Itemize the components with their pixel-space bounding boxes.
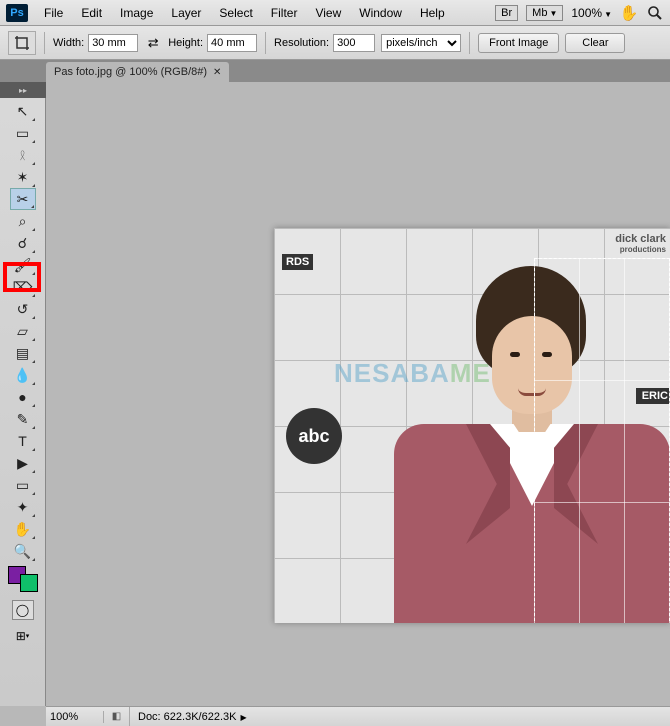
zoom-level[interactable]: 100% <box>571 6 602 20</box>
dodge-tool[interactable]: ● <box>10 386 36 408</box>
menu-edit[interactable]: Edit <box>73 3 110 23</box>
menu-layer[interactable]: Layer <box>163 3 209 23</box>
3d-tool[interactable]: ✦ <box>10 496 36 518</box>
menu-select[interactable]: Select <box>211 3 260 23</box>
healing-brush-tool[interactable]: ☌ <box>10 232 36 254</box>
document-tab-title: Pas foto.jpg @ 100% (RGB/8#) <box>54 66 207 78</box>
background-color[interactable] <box>20 574 38 592</box>
menu-bar: Ps File Edit Image Layer Select Filter V… <box>0 0 670 26</box>
document-tab-bar: Pas foto.jpg @ 100% (RGB/8#) ✕ <box>0 60 670 82</box>
front-image-button[interactable]: Front Image <box>478 33 559 53</box>
move-tool[interactable]: ↖ <box>10 100 36 122</box>
width-label: Width: <box>53 37 84 49</box>
height-label: Height: <box>168 37 203 49</box>
options-bar: Width: ⇄ Height: Resolution: pixels/inch… <box>0 26 670 60</box>
menu-help[interactable]: Help <box>412 3 453 23</box>
crop-tool[interactable]: ✂ <box>10 188 36 210</box>
quick-select-tool[interactable]: ✶ <box>10 166 36 188</box>
workspace: ▸▸ ↖▭𓍲✶✂⌕☌🖌⌦↺▱▤💧●✎T▶▭✦✋🔍◯⊞▾ RDS dick cla… <box>0 82 670 706</box>
status-zoom[interactable]: 100% <box>46 711 104 723</box>
resolution-label: Resolution: <box>274 37 329 49</box>
quick-mask-toggle[interactable]: ◯ <box>12 600 34 620</box>
chevron-right-icon[interactable]: ▶ <box>240 713 246 722</box>
canvas-area[interactable]: RDS dick clarkproductions ERIC abc NESAB… <box>46 82 670 706</box>
screen-mode-toggle[interactable]: ⊞▾ <box>12 626 34 646</box>
bridge-button[interactable]: Br <box>495 5 518 21</box>
hand-icon[interactable]: ✋ <box>620 4 638 22</box>
search-icon[interactable] <box>646 4 664 22</box>
clone-stamp-tool[interactable]: ⌦ <box>10 276 36 298</box>
bg-abc-logo: abc <box>286 408 342 464</box>
zoom-tool[interactable]: 🔍 <box>10 540 36 562</box>
document-canvas[interactable]: RDS dick clarkproductions ERIC abc NESAB… <box>274 228 670 623</box>
history-brush-tool[interactable]: ↺ <box>10 298 36 320</box>
menu-file[interactable]: File <box>36 3 71 23</box>
status-indicator-icon: ◧ <box>104 707 130 726</box>
hand-tool[interactable]: ✋ <box>10 518 36 540</box>
blur-tool[interactable]: 💧 <box>10 364 36 386</box>
toolbox-grip[interactable]: ▸▸ <box>0 82 46 98</box>
close-icon[interactable]: ✕ <box>213 67 221 78</box>
status-doc-size: Doc: 622.3K/622.3K <box>138 711 236 723</box>
app-logo: Ps <box>6 4 28 22</box>
marquee-tool[interactable]: ▭ <box>10 122 36 144</box>
resolution-unit-select[interactable]: pixels/inch <box>381 34 461 52</box>
chevron-down-icon: ▼ <box>549 9 557 18</box>
menu-window[interactable]: Window <box>351 3 410 23</box>
document-tab[interactable]: Pas foto.jpg @ 100% (RGB/8#) ✕ <box>46 62 229 82</box>
menu-image[interactable]: Image <box>112 3 161 23</box>
shape-tool[interactable]: ▭ <box>10 474 36 496</box>
bg-dickclark: dick clarkproductions <box>615 234 666 255</box>
gradient-tool[interactable]: ▤ <box>10 342 36 364</box>
clear-button[interactable]: Clear <box>565 33 625 53</box>
pen-tool[interactable]: ✎ <box>10 408 36 430</box>
active-tool-icon[interactable] <box>8 31 36 55</box>
menu-filter[interactable]: Filter <box>263 3 306 23</box>
status-bar: 100% ◧ Doc: 622.3K/622.3K ▶ <box>46 706 670 726</box>
toolbox: ↖▭𓍲✶✂⌕☌🖌⌦↺▱▤💧●✎T▶▭✦✋🔍◯⊞▾ <box>0 98 46 706</box>
menu-view[interactable]: View <box>307 3 349 23</box>
minibridge-button[interactable]: Mb▼ <box>526 5 563 21</box>
width-input[interactable] <box>88 34 138 52</box>
color-swatches[interactable] <box>8 566 38 592</box>
height-input[interactable] <box>207 34 257 52</box>
path-select-tool[interactable]: ▶ <box>10 452 36 474</box>
eyedropper-tool[interactable]: ⌕ <box>10 210 36 232</box>
chevron-down-icon: ▼ <box>604 10 612 19</box>
lasso-tool[interactable]: 𓍲 <box>10 144 36 166</box>
brush-tool[interactable]: 🖌 <box>10 254 36 276</box>
photo-subject <box>394 266 664 623</box>
swap-dimensions-icon[interactable]: ⇄ <box>144 34 162 52</box>
resolution-input[interactable] <box>333 34 375 52</box>
eraser-tool[interactable]: ▱ <box>10 320 36 342</box>
type-tool[interactable]: T <box>10 430 36 452</box>
bg-rds: RDS <box>282 254 313 270</box>
